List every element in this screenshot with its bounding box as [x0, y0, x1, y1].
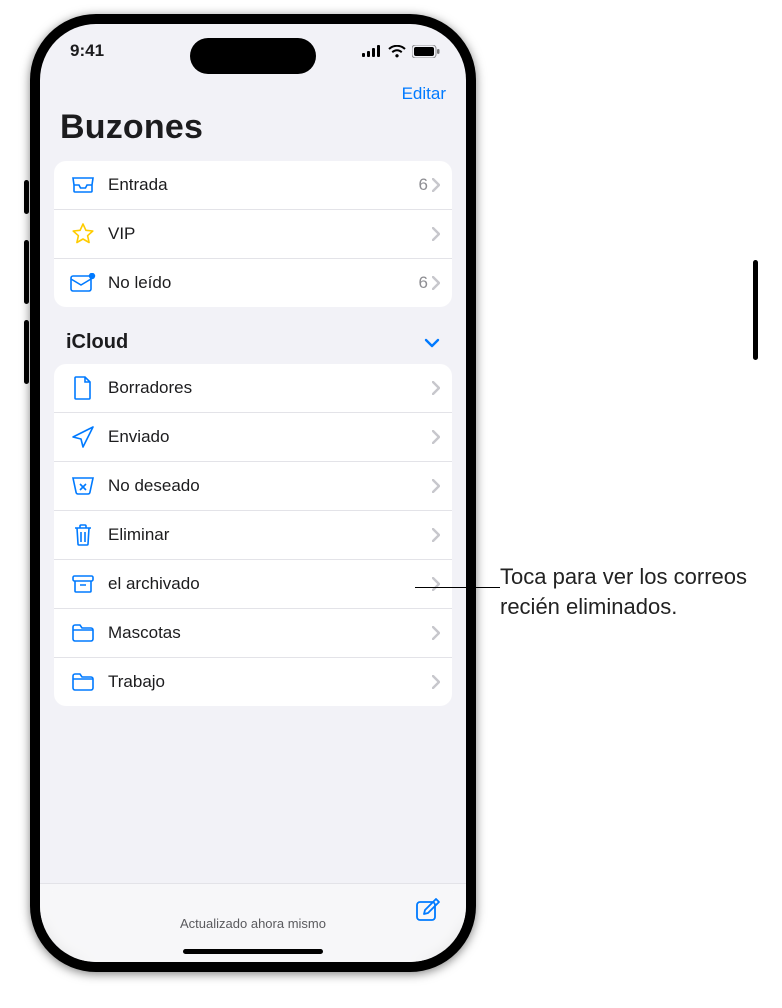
mailbox-label: Enviado	[98, 427, 432, 447]
wifi-icon	[388, 45, 406, 58]
mailbox-archive[interactable]: el archivado	[54, 559, 452, 608]
mailbox-label: Entrada	[98, 175, 419, 195]
callout-text: Toca para ver los correos recién elimina…	[500, 562, 760, 621]
volume-up-button	[24, 240, 29, 304]
power-button	[753, 260, 758, 360]
mailbox-label: Mascotas	[98, 623, 432, 643]
chevron-right-icon	[432, 577, 440, 591]
chevron-right-icon	[432, 227, 440, 241]
chevron-right-icon	[432, 528, 440, 542]
mailbox-folder-pets[interactable]: Mascotas	[54, 608, 452, 657]
chevron-right-icon	[432, 381, 440, 395]
mailbox-count: 6	[419, 175, 432, 195]
mailbox-label: Borradores	[98, 378, 432, 398]
chevron-right-icon	[432, 276, 440, 290]
mailbox-drafts[interactable]: Borradores	[54, 364, 452, 412]
chevron-right-icon	[432, 675, 440, 689]
status-time: 9:41	[70, 41, 104, 61]
battery-icon	[412, 45, 440, 58]
nav-bar: Editar	[40, 78, 466, 104]
paperplane-icon	[68, 425, 98, 449]
star-icon	[68, 222, 98, 246]
chevron-right-icon	[432, 479, 440, 493]
mailbox-label: Trabajo	[98, 672, 432, 692]
sync-status: Actualizado ahora mismo	[180, 916, 326, 931]
screen: 9:41 Editar Buzones	[40, 24, 466, 962]
mailbox-label: el archivado	[98, 574, 432, 594]
mailbox-label: Eliminar	[98, 525, 432, 545]
chevron-right-icon	[432, 178, 440, 192]
folder-icon	[68, 672, 98, 692]
mailbox-label: No deseado	[98, 476, 432, 496]
bottom-toolbar: Actualizado ahora mismo	[40, 883, 466, 962]
section-header-icloud[interactable]: iCloud	[40, 325, 466, 358]
mailbox-folder-work[interactable]: Trabajo	[54, 657, 452, 706]
callout-leader-line	[415, 587, 500, 588]
chevron-down-icon	[424, 338, 440, 348]
mailbox-junk[interactable]: No deseado	[54, 461, 452, 510]
page-title: Buzones	[40, 104, 466, 155]
mailbox-inbox[interactable]: Entrada 6	[54, 161, 452, 209]
archive-icon	[68, 574, 98, 594]
chevron-right-icon	[432, 430, 440, 444]
home-indicator	[183, 949, 323, 954]
favorites-group: Entrada 6 VIP No leído	[54, 161, 452, 307]
mailbox-count: 6	[419, 273, 432, 293]
volume-down-button	[24, 320, 29, 384]
dynamic-island	[190, 38, 316, 74]
inbox-icon	[68, 174, 98, 196]
unread-icon	[68, 273, 98, 293]
edit-button[interactable]: Editar	[402, 84, 446, 104]
mailbox-vip[interactable]: VIP	[54, 209, 452, 258]
mailbox-trash[interactable]: Eliminar	[54, 510, 452, 559]
compose-button[interactable]	[414, 896, 442, 924]
junk-icon	[68, 476, 98, 496]
folder-icon	[68, 623, 98, 643]
document-icon	[68, 376, 98, 400]
mailbox-label: No leído	[98, 273, 419, 293]
mailbox-label: VIP	[98, 224, 428, 244]
phone-frame: 9:41 Editar Buzones	[30, 14, 476, 972]
cellular-icon	[362, 45, 382, 57]
silence-switch	[24, 180, 29, 214]
section-title: iCloud	[66, 331, 128, 354]
trash-icon	[68, 523, 98, 547]
icloud-group: Borradores Enviado No deseado	[54, 364, 452, 706]
chevron-right-icon	[432, 626, 440, 640]
mailbox-sent[interactable]: Enviado	[54, 412, 452, 461]
mailbox-unread[interactable]: No leído 6	[54, 258, 452, 307]
